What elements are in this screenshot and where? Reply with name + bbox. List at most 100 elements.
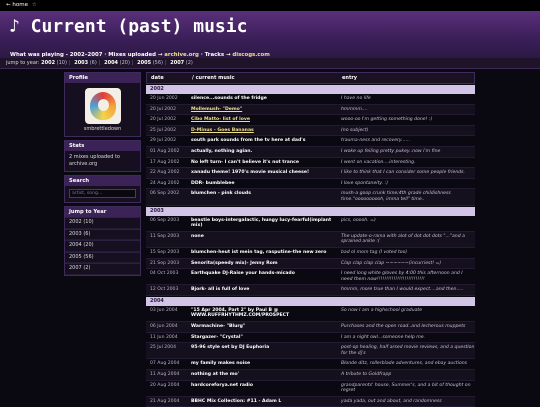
search-input[interactable]: artist, song...	[69, 189, 136, 198]
table-row[interactable]: 21 Aug 2004 BBHC Mix Collection: #11 - Ad…	[146, 396, 475, 407]
table-row[interactable]: 06 Jun 2004 Warmachine- "Blurg" Purchases …	[146, 322, 475, 333]
table-row[interactable]: 20 Aug 2004 hardcoreforya.net radio grandp…	[146, 381, 475, 397]
row-music: south park sounds from the tv here at da…	[191, 138, 306, 144]
table-row[interactable]: 15 Sep 2003 blumchen-heut ist mein tag, r…	[146, 248, 475, 259]
row-entry[interactable]: I woke up feiling pretty pukey..now i'm …	[339, 149, 475, 155]
table-row[interactable]: 06 Sep 2002 blumchen - pink clouds mush-a …	[146, 189, 475, 206]
row-entry[interactable]: grandparents' house, Summer's, and a bit…	[339, 383, 475, 394]
row-entry[interactable]: bad ol mom tag (I voted too)	[339, 250, 475, 256]
row-music: none	[191, 233, 204, 239]
col-entry[interactable]: entry	[340, 73, 474, 83]
sidebar-year-2005[interactable]: 2005 (56)	[65, 251, 140, 264]
jump-year-2007[interactable]: 2007 (2)	[170, 60, 193, 66]
table-row[interactable]: 21 Sep 2003 Senorita(speedy mix)- Jenny R…	[146, 258, 475, 270]
row-music: beastie boys-intergalactic, hungy lucy-f…	[191, 217, 332, 229]
row-entry[interactable]: yada yada, out and about, and randomness	[339, 399, 475, 405]
sidebar-year-2002[interactable]: 2002 (10)	[65, 217, 140, 229]
row-entry[interactable]: pics, ooooh. =)	[339, 218, 475, 229]
row-date: 01 Aug 2002	[150, 148, 180, 154]
table-row[interactable]: 07 Aug 2004 my family makes noise Blonde d…	[146, 359, 475, 371]
stats-box: Stats 2 mixes uploaded to archive.org	[64, 140, 141, 172]
row-entry[interactable]: A tribute to Goldfrapp	[339, 372, 475, 378]
row-entry[interactable]: I have no life	[339, 96, 475, 102]
table-row[interactable]: 29 Jul 2002 south park sounds from the tv…	[146, 136, 475, 147]
table-row[interactable]: 03 Jun 2004 "15 Apr 2004, Part 2" by Paul…	[146, 306, 475, 323]
table-row[interactable]: 25 Jul 2002 D-Minus - Goes Bananas (no sub…	[146, 125, 475, 137]
table-row[interactable]: 22 Aug 2002 xanadu theme! 1970's movie mu…	[146, 168, 475, 179]
row-music[interactable]: D-Minus - Goes Bananas	[189, 128, 339, 134]
jump-year-2003[interactable]: 2003 (6)	[74, 60, 97, 66]
sidebar-year-2007[interactable]: 2007 (2)	[65, 263, 140, 275]
table-body: 2002 20 Jun 2002 silence...sounds of the f…	[146, 85, 475, 407]
jump-year-2005[interactable]: 2005 (56)	[137, 60, 163, 66]
table-row[interactable]: 12 Oct 2003 Bjork- all is full of love hmm…	[146, 285, 475, 296]
table-row[interactable]: 04 Oct 2003 Earthquake DJ-Raise your hand…	[146, 269, 475, 286]
table-row[interactable]: 20 Jul 2002 Mollemush- "Demo" hmmmm....	[146, 104, 475, 116]
row-music: Earthquake DJ-Raise your hands-micado	[191, 271, 295, 277]
table-row[interactable]: 20 Jun 2002 silence...sounds of the fridg…	[146, 94, 475, 105]
table-row[interactable]: 17 Aug 2002 No left turn- I can't believe…	[146, 158, 475, 169]
table-row[interactable]: 06 Sep 2003 beastie boys-intergalactic, h…	[146, 216, 475, 232]
row-entry[interactable]: mush-a goop crunk time;4th grade childis…	[339, 191, 475, 202]
row-date: 03 Jun 2004	[150, 307, 178, 313]
discogs-link[interactable]: discogs.com	[232, 52, 269, 58]
row-date: 12 Oct 2003	[150, 287, 179, 293]
avatar[interactable]	[84, 88, 121, 124]
table-row[interactable]: 25 Jul 2004 95-96 style set by DJ Euphori…	[146, 343, 475, 360]
col-music[interactable]: / current music	[190, 73, 340, 83]
row-music[interactable]: Mollemush- "Demo"	[189, 107, 339, 113]
sidebar-year-2003[interactable]: 2003 (6)	[65, 228, 140, 241]
star-icon[interactable]: ☆	[32, 2, 37, 8]
page-title: ♪ Current (past) music	[9, 16, 248, 37]
sidebar: Profile smbrettledown Stats 2 mixes uplo…	[64, 72, 141, 279]
jump-year-2004[interactable]: 2004 (20)	[104, 60, 130, 66]
row-entry[interactable]: Clap clap clap clap ~~~~~~(incurriest! =…	[339, 261, 475, 267]
col-date[interactable]: date	[147, 73, 190, 83]
home-link[interactable]: home	[12, 2, 28, 8]
table-row[interactable]: 24 Aug 2002 DDR- bumblebee I love spontane…	[146, 179, 475, 190]
subtitle-tracks-text: · Tracks →	[200, 52, 231, 58]
row-entry[interactable]: The update-o-rama with alot of dot dot d…	[339, 234, 475, 245]
table-row[interactable]: 11 Aug 2004 nothing at the mo' A tribute t…	[146, 370, 475, 381]
search-heading: Search	[65, 176, 140, 186]
row-entry[interactable]: wooo-oo I'm getting something done! :)	[339, 117, 475, 123]
table-row[interactable]: 20 Jul 2002 Cibo Matto- list of love wooo-…	[146, 115, 475, 126]
row-entry[interactable]: So now I am a highschool graduate	[339, 308, 475, 319]
row-entry[interactable]: I went on vacation....interesting.	[339, 160, 475, 166]
row-date: 20 Jul 2002	[150, 117, 176, 123]
year-jump-bar: jump to year: 2002 (10) | 2003 (6) | 2004 …	[0, 58, 540, 69]
table-row[interactable]: 01 Aug 2002 actually, nothing agian. I wok…	[146, 146, 475, 158]
row-entry[interactable]: Purchases and the open road..and lechero…	[339, 324, 475, 330]
table-row[interactable]: 11 Sep 2003 none The update-o-rama with al…	[146, 231, 475, 248]
row-music: hardcoreforya.net radio	[191, 382, 254, 388]
jump-label: jump to year:	[6, 60, 40, 66]
year-header: 2003	[146, 206, 475, 216]
row-entry[interactable]: Blonde ditz, rollerblade adventures, and…	[339, 361, 475, 367]
row-music: blumchen-heut ist mein tag, rasputine-th…	[191, 249, 327, 255]
row-entry[interactable]: (no subject)	[339, 128, 475, 134]
year-header: 2002	[146, 85, 475, 94]
row-entry[interactable]: I like to think that I can consider some…	[339, 170, 475, 176]
table-header: date / current music entry	[146, 72, 475, 84]
row-entry[interactable]: post-op healing, half arsed movie review…	[339, 345, 475, 356]
row-date: 07 Aug 2004	[150, 361, 180, 367]
row-entry[interactable]: trauma-ness and recovery......	[339, 138, 475, 144]
row-entry[interactable]: I am a night owl...someone help me.	[339, 335, 475, 341]
row-entry[interactable]: I love spontaneity. :)	[339, 181, 475, 187]
back-arrow-icon[interactable]: ←	[6, 2, 11, 8]
row-entry[interactable]: I need long white gloves by 4:00 this af…	[339, 271, 475, 282]
row-date: 04 Oct 2003	[150, 271, 179, 277]
archive-link[interactable]: archive.org	[164, 52, 199, 58]
row-date: 21 Sep 2003	[150, 260, 180, 266]
row-entry[interactable]: hmmm, more true than I would expect....a…	[339, 287, 475, 293]
site-header: ♪ Current (past) music What was playing …	[0, 11, 540, 58]
table-row[interactable]: 11 Jun 2004 Stargazer- "Crystal" I am a ni…	[146, 333, 475, 344]
row-music: xanadu theme! 1970's movie musical chees…	[191, 170, 310, 176]
row-music[interactable]: Cibo Matto- list of love	[189, 117, 339, 123]
sidebar-year-2004[interactable]: 2004 (20)	[65, 240, 140, 252]
jump-year-2002[interactable]: 2002 (10)	[41, 60, 67, 66]
username[interactable]: smbrettledown	[65, 126, 140, 136]
row-music: actually, nothing agian.	[191, 148, 253, 154]
row-music: "15 Apr 2004, Part 2" by Paul B @ WWW.RU…	[191, 307, 290, 319]
row-entry[interactable]: hmmmm....	[339, 107, 475, 113]
